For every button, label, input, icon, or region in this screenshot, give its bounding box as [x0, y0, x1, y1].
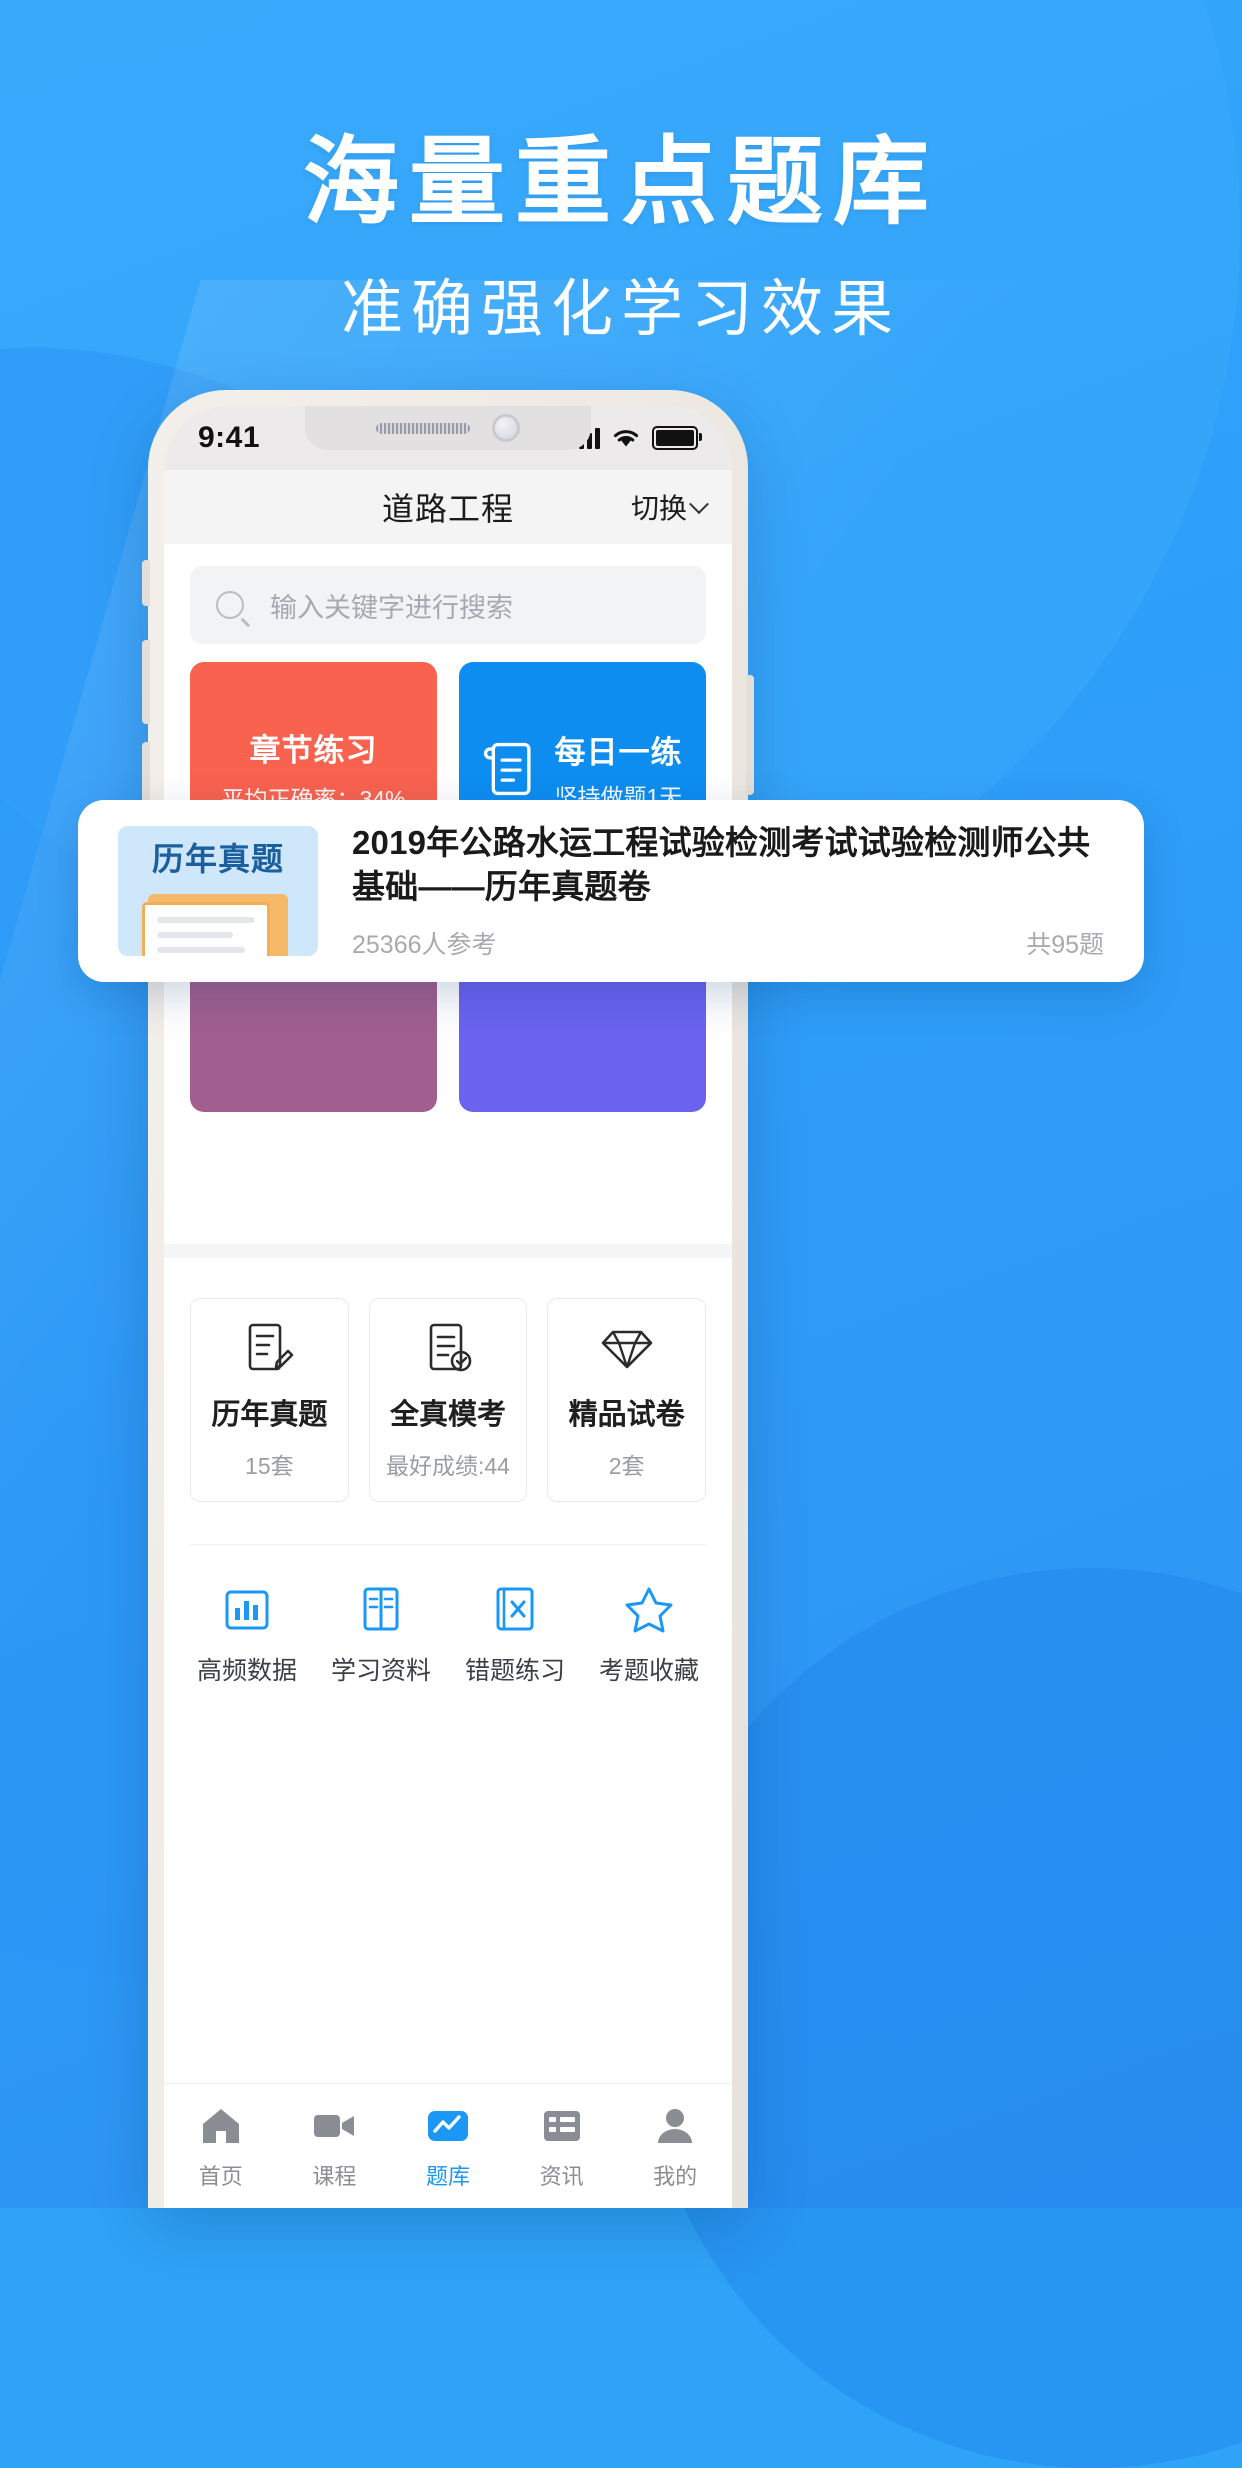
tab-label: 首页	[198, 2163, 243, 2189]
mock-exam-icon	[429, 1323, 472, 1372]
bottom-tab-bar: 首页 课程 题库 资讯 我的	[164, 2083, 732, 2208]
exam-paper-edit-icon	[249, 1323, 294, 1371]
quick-link-label: 学习资料	[330, 1657, 431, 1685]
search-input[interactable]: 输入关键字进行搜索	[270, 586, 513, 625]
past-papers-subtitle: 15套	[245, 1453, 294, 1479]
premium-papers-card[interactable]: 精品试卷 2套	[547, 1298, 706, 1502]
quick-link-label: 错题练习	[464, 1657, 565, 1685]
quick-link-frequency-data[interactable]: 高频数据	[180, 1581, 314, 1687]
phone-mockup: 9:41 道路工程 切换 输入关键字进行搜索 章节练习 平均正确率：34% 每日…	[142, 390, 754, 2208]
book-icon	[363, 1587, 399, 1631]
featured-paper-question-count: 共95题	[1026, 931, 1104, 960]
tab-home[interactable]: 首页	[164, 2102, 278, 2191]
tab-label: 课程	[312, 2163, 357, 2189]
app-nav-bar: 道路工程 切换	[164, 470, 732, 544]
quick-links-row: 高频数据 学习资料 错题练习 考题收藏	[164, 1545, 732, 1687]
promo-subheadline: 准确强化学习效果	[340, 275, 901, 344]
star-icon	[625, 1587, 673, 1633]
past-papers-title: 历年真题	[211, 1399, 328, 1431]
chevron-down-icon	[689, 494, 709, 515]
daily-practice-title: 每日一练	[554, 734, 683, 770]
wrong-question-icon	[496, 1587, 534, 1631]
home-icon	[202, 2108, 239, 2143]
tab-news[interactable]: 资讯	[505, 2102, 619, 2191]
featured-paper-meta: 25366人参考 共95题	[352, 925, 1104, 961]
thumbnail-line	[157, 932, 234, 938]
pulse-icon	[427, 2110, 468, 2141]
tab-label: 资讯	[539, 2163, 584, 2189]
battery-icon	[652, 426, 702, 450]
switch-subject-label: 切换	[630, 493, 687, 524]
video-icon	[314, 2114, 355, 2137]
app-content: 输入关键字进行搜索 章节练习 平均正确率：34% 每日一练 坚持做题1天 历年真…	[164, 544, 732, 2208]
user-icon	[658, 2108, 693, 2143]
diamond-icon	[601, 1330, 652, 1369]
tab-courses[interactable]: 课程	[278, 2102, 392, 2191]
featured-paper-card[interactable]: 历年真题 2019年公路水运工程试验检测考试试验检测师公共基础——历年真题卷 2…	[78, 800, 1144, 982]
tab-question-bank[interactable]: 题库	[391, 2102, 505, 2191]
mock-exam-title: 全真模考	[389, 1399, 506, 1431]
phone-power-button	[746, 675, 754, 795]
tab-label: 题库	[425, 2163, 470, 2189]
wifi-icon	[613, 430, 639, 447]
featured-paper-thumb-label: 历年真题	[151, 841, 284, 877]
phone-screen: 9:41 道路工程 切换 输入关键字进行搜索 章节练习 平均正确率：34% 每日…	[164, 406, 732, 2208]
page-title: 道路工程	[381, 491, 514, 527]
featured-paper-participants: 25366人参考	[352, 931, 497, 960]
quick-link-label: 考题收藏	[598, 1657, 699, 1685]
scroll-icon	[483, 742, 531, 796]
premium-papers-subtitle: 2套	[608, 1453, 645, 1479]
status-bar-time: 9:41	[198, 421, 261, 454]
past-papers-card[interactable]: 历年真题 15套	[190, 1298, 349, 1502]
premium-papers-title: 精品试卷	[568, 1399, 685, 1431]
search-icon	[216, 591, 244, 619]
quick-link-label: 高频数据	[196, 1657, 297, 1685]
quick-link-favorites[interactable]: 考题收藏	[582, 1581, 716, 1687]
thumbnail-paper-front	[142, 902, 270, 956]
phone-notch	[305, 406, 591, 450]
quick-link-wrong-questions[interactable]: 错题练习	[448, 1581, 582, 1687]
tab-profile[interactable]: 我的	[618, 2102, 732, 2191]
search-section: 输入关键字进行搜索	[164, 544, 732, 654]
front-camera-icon	[492, 414, 520, 442]
phone-mute-switch	[142, 560, 150, 606]
thumbnail-line	[157, 947, 246, 953]
quick-link-study-material[interactable]: 学习资料	[314, 1581, 448, 1687]
exam-type-grid: 历年真题 15套 全真模考 最好成绩:44 精品试卷 2套	[164, 1258, 732, 1502]
search-bar[interactable]: 输入关键字进行搜索	[190, 566, 706, 644]
thumbnail-line	[157, 917, 255, 923]
switch-subject-button[interactable]: 切换	[630, 487, 709, 527]
featured-paper-thumbnail: 历年真题	[118, 826, 318, 956]
status-bar: 9:41	[164, 406, 732, 470]
chapter-practice-title: 章节练习	[249, 732, 378, 768]
phone-volume-up-button	[142, 640, 150, 724]
featured-paper-title: 2019年公路水运工程试验检测考试试验检测师公共基础——历年真题卷	[352, 823, 1091, 905]
list-icon	[543, 2110, 580, 2141]
featured-paper-body: 2019年公路水运工程试验检测考试试验检测师公共基础——历年真题卷 25366人…	[352, 821, 1104, 961]
tab-label: 我的	[653, 2163, 698, 2189]
earpiece-speaker-icon	[376, 422, 470, 434]
section-divider	[164, 1244, 732, 1258]
promo-headline: 海量重点题库	[303, 129, 939, 236]
bar-chart-icon	[225, 1590, 269, 1630]
mock-exam-subtitle: 最好成绩:44	[386, 1453, 510, 1479]
mock-exam-card[interactable]: 全真模考 最好成绩:44	[368, 1298, 528, 1502]
